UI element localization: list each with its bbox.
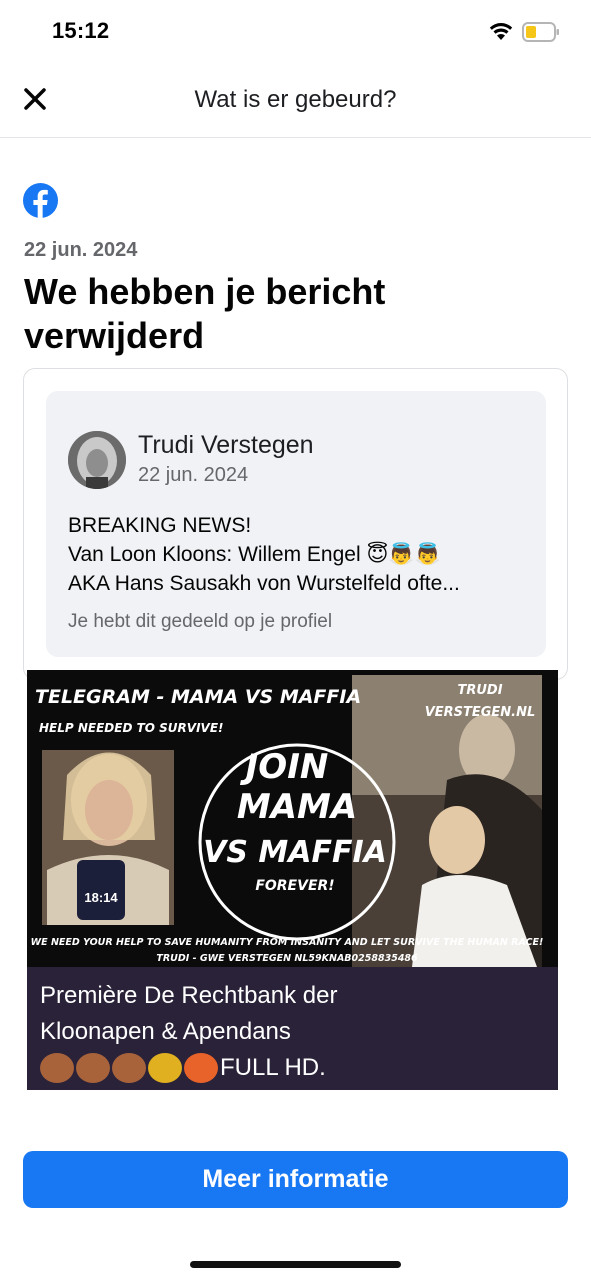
notice-date: 22 jun. 2024: [24, 239, 138, 261]
circle-text: MAMA: [237, 787, 357, 827]
media-caption: Première De Rechtbank der Kloonapen & Ap…: [40, 978, 550, 1086]
caption-line3-text: FULL HD.: [220, 1054, 326, 1081]
shared-note: Je hebt dit gedeeld op je profiel: [68, 611, 333, 632]
removed-post-card: Trudi Verstegen 22 jun. 2024 BREAKING NE…: [23, 368, 568, 680]
media-image: 18:14 JOIN MAMA VS MAFFIA FOREVER! TELEG…: [27, 670, 558, 967]
post-text-line: AKA Hans Sausakh von Wurstelfeld ofte...: [68, 572, 460, 595]
image-brand-text: VERSTEGEN.NL: [425, 705, 536, 720]
status-time: 15:12: [52, 18, 110, 43]
image-bottom-text: TRUDI - GWE VERSTEGEN NL59KNAB0258835486: [156, 953, 418, 964]
post-text: BREAKING NEWS! Van Loon Kloons: Willem E…: [68, 511, 538, 598]
genie-lamp-emoji-icon: [148, 1053, 182, 1083]
monkey-emoji-icon: [40, 1053, 74, 1083]
caption-line: Kloonapen & Apendans: [40, 1018, 291, 1045]
monkey-emoji-icon: [76, 1053, 110, 1083]
image-bottom-text: WE NEED YOUR HELP TO SAVE HUMANITY FROM …: [31, 937, 544, 948]
nav-header: Wat is er gebeurd?: [0, 64, 591, 138]
post-author: Trudi Verstegen: [138, 431, 314, 459]
avatar: [68, 431, 126, 489]
image-title-text: TELEGRAM - MAMA VS MAFFIA: [35, 686, 361, 708]
wifi-icon: [489, 23, 513, 40]
flame-emoji-icon: [184, 1053, 218, 1083]
page-title: Wat is er gebeurd?: [194, 86, 397, 113]
facebook-logo-icon: [23, 183, 58, 218]
caption-line: FULL HD.: [40, 1050, 550, 1086]
image-brand-text: TRUDI: [457, 683, 502, 698]
battery-low-icon: [522, 22, 559, 42]
image-help-text: HELP NEEDED TO SURVIVE!: [39, 721, 224, 735]
post-preview: Trudi Verstegen 22 jun. 2024 BREAKING NE…: [46, 391, 546, 657]
media-thumbnail[interactable]: 18:14 JOIN MAMA VS MAFFIA FOREVER! TELEG…: [27, 670, 558, 1090]
phone-time-text: 18:14: [84, 890, 118, 905]
post-text-line: Van Loon Kloons: Willem Engel 😇👼👼: [68, 543, 441, 566]
caption-line: Première De Rechtbank der: [40, 982, 338, 1009]
notice-title: We hebben je bericht verwijderd: [24, 271, 386, 356]
circle-text: JOIN: [240, 747, 329, 787]
home-indicator: [190, 1261, 401, 1268]
more-info-button[interactable]: Meer informatie: [23, 1151, 568, 1208]
circle-text: VS MAFFIA: [203, 835, 387, 870]
status-bar: 15:12: [0, 0, 591, 64]
post-date: 22 jun. 2024: [138, 464, 249, 486]
post-text-line: BREAKING NEWS!: [68, 514, 252, 537]
monkey-emoji-icon: [112, 1053, 146, 1083]
circle-text: FOREVER!: [255, 878, 334, 894]
